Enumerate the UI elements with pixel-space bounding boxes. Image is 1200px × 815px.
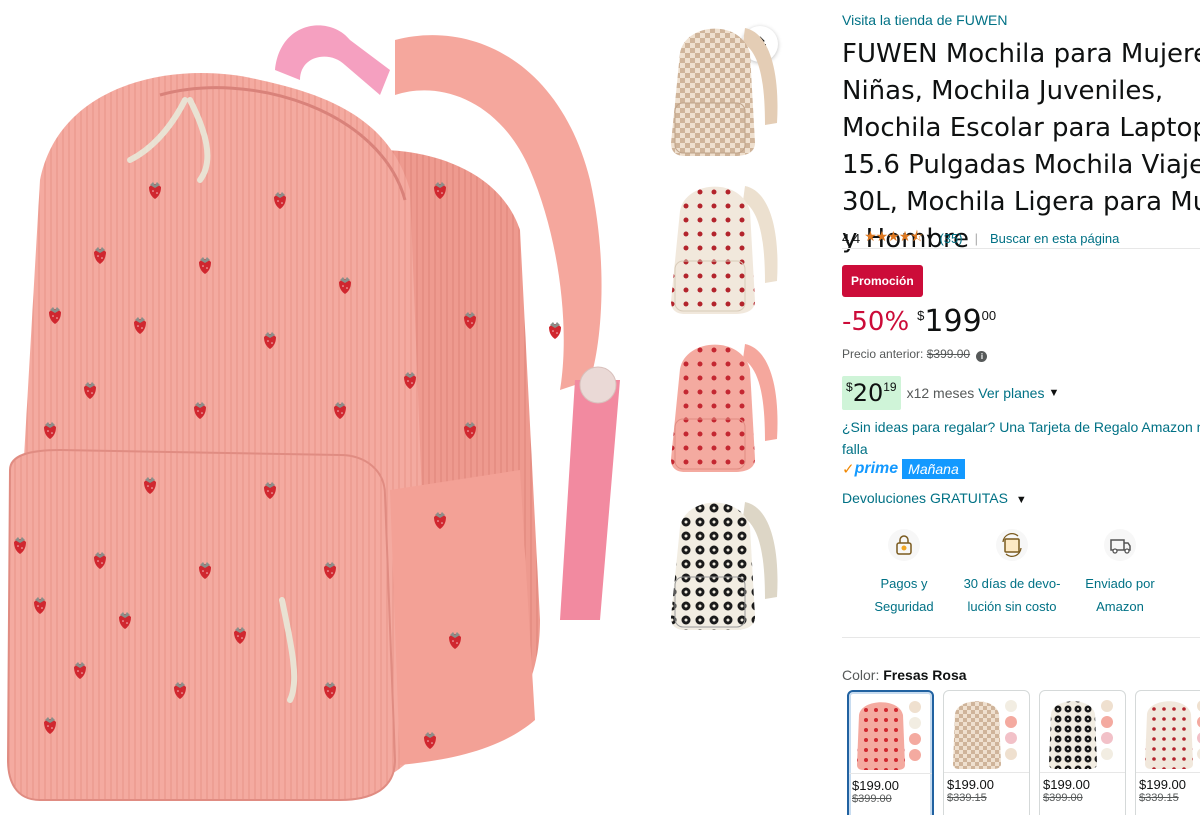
thumbnail-dots-pink[interactable] [660,326,790,476]
color-selection-label: Color: Fresas Rosa [842,667,967,683]
divider: | [974,230,978,246]
see-plans-link[interactable]: Ver planes [978,385,1044,401]
feature-label: Enviado por [1085,576,1155,591]
previous-price: $399.00 [926,347,971,361]
info-icon[interactable]: i [976,351,988,362]
feature-returns[interactable]: 30 días de devo- lución sin costo [958,528,1066,618]
store-link[interactable]: Visita la tienda de FUWEN [842,12,1007,28]
swatch-old-price: $399.00 [1043,792,1083,804]
free-returns-link[interactable]: Devoluciones GRATUITAS ▼ [842,490,1031,506]
search-this-page-link[interactable]: Buscar en esta página [990,231,1119,246]
rating-value: 4.4 [842,230,861,246]
secure-payment-icon [887,528,921,562]
thumbnail-checker-beige[interactable] [660,10,790,160]
return-box-icon [995,528,1029,562]
thumbnail-strip [660,10,790,642]
swatch-price: $199.00 [947,777,994,792]
feature-secure-payment[interactable]: Pagos y Seguridad [850,528,958,618]
color-swatch-strawberry-pink[interactable]: $199.00 $399.00 [847,690,934,815]
backpack-thumbnail-image [671,501,778,630]
rating-row: 4.4 ★★★★⯪ ▼ (35) | Buscar en esta página [842,226,1119,250]
thumbnail-dots-cream[interactable] [660,168,790,318]
installment-currency: $ [846,380,853,394]
divider [842,637,1200,638]
feature-badges: Pagos y Seguridad 30 días de devo- lució… [850,528,1174,618]
feature-label: Amazon [1096,599,1144,614]
discount-percent: -50% [842,307,910,337]
swatch-image [944,691,1029,773]
swatch-image [849,692,932,774]
swatch-price: $199.00 [1043,777,1090,792]
previous-price-row: Precio anterior: $399.00 i [842,347,988,362]
backpack-thumbnail-image [671,343,778,472]
thumbnail-flower-black[interactable] [660,484,790,634]
chevron-down-icon[interactable]: ▼ [925,232,936,244]
feature-shipped-by-amazon[interactable]: Enviado por Amazon [1066,528,1174,618]
gift-card-link[interactable]: ¿Sin ideas para regalar? Una Tarjeta de … [842,416,1200,460]
chevron-down-icon: ▼ [1015,494,1027,506]
swatch-image [1136,691,1200,773]
free-returns-label: Devoluciones GRATUITAS [842,490,1008,506]
star-rating-icon[interactable]: ★★★★⯪ [864,226,923,250]
price-row: -50% $ 199 00 [842,304,996,340]
backpack-illustration [6,25,620,801]
color-label: Color: [842,667,880,683]
previous-price-label: Precio anterior: [842,347,924,361]
swatch-old-price: $399.00 [852,793,892,805]
swatch-image [1040,691,1125,773]
selected-color: Fresas Rosa [883,667,967,683]
color-swatch-checker-beige[interactable]: $199.00 $339.15 [943,690,1030,815]
feature-label: lución sin costo [967,599,1057,614]
prime-logo: prime [854,460,899,477]
delivery-badge: Mañana [902,459,965,479]
delivery-truck-icon [1103,528,1137,562]
product-info-panel: Visita la tienda de FUWEN FUWEN Mochila … [842,0,1200,815]
rating-count-link[interactable]: (35) [939,231,962,246]
installment-months: x12 meses [906,385,975,401]
installment-row: $ 20 19 x12 meses Ver planes ▼ [842,376,1063,410]
swatch-old-price: $339.15 [947,792,987,804]
installment-whole: 20 [852,379,884,407]
installment-price-badge: $ 20 19 [842,376,901,410]
backpack-thumbnail-image [671,27,778,156]
installment-fraction: 19 [883,380,897,394]
promo-badge: Promoción [842,265,923,297]
backpack-thumbnail-image [671,185,778,314]
swatch-old-price: $339.15 [1139,792,1179,804]
prime-check-icon: ✓ [842,461,855,478]
chevron-down-icon[interactable]: ▼ [1048,387,1059,399]
feature-label: Pagos y [880,576,928,591]
feature-label: Seguridad [874,599,934,614]
price-currency: $ [917,308,925,323]
feature-label: 30 días de devo- [963,576,1061,591]
color-swatches: $199.00 $399.00 $199.00 $339.15 $199.00 … [847,690,1200,815]
prime-delivery-row: ✓ prime Mañana [842,459,965,479]
color-swatch-dots-cream[interactable]: $199.00 $339.15 [1135,690,1200,815]
color-swatch-flower-black[interactable]: $199.00 $399.00 [1039,690,1126,815]
product-title: FUWEN Mochila para Mujeres Niñas, Mochil… [842,39,1200,254]
price-whole: 199 [924,304,982,339]
swatch-price: $199.00 [852,778,899,793]
swatch-price: $199.00 [1139,777,1186,792]
price-fraction: 00 [981,308,997,323]
divider [842,248,1200,249]
